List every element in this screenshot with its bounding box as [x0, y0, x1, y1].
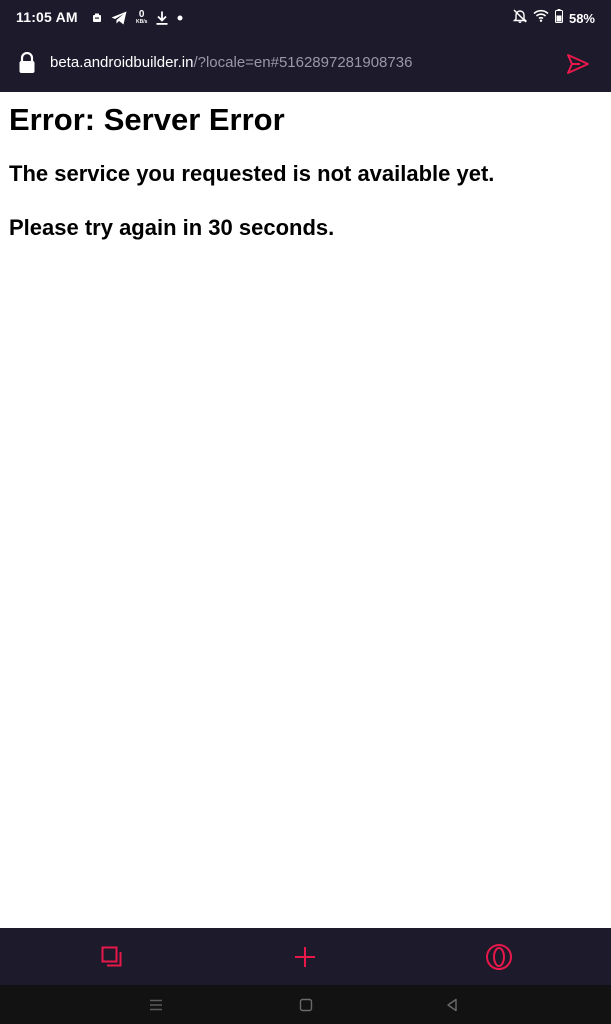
lock-icon[interactable]: [18, 51, 36, 79]
address-bar[interactable]: beta.androidbuilder.in/?locale=en#516289…: [0, 36, 611, 92]
telegram-icon: [111, 11, 127, 25]
url-path: /?locale=en#5162897281908736: [193, 54, 413, 71]
back-icon[interactable]: [442, 995, 462, 1015]
mute-icon: [512, 8, 528, 28]
status-notification-icons: 0 KB/s: [92, 8, 183, 28]
browser-screen: 11:05 AM 0 KB/s 58% beta.androidbuilder.…: [0, 0, 611, 1024]
home-icon[interactable]: [296, 995, 316, 1015]
page-title: Error: Server Error: [9, 102, 285, 137]
opera-icon[interactable]: [484, 942, 514, 972]
tabs-icon[interactable]: [97, 942, 127, 972]
error-message: The service you requested is not availab…: [9, 161, 495, 186]
add-icon[interactable]: [290, 942, 320, 972]
network-speed-unit: KB/s: [136, 18, 148, 25]
recents-icon[interactable]: [146, 995, 166, 1015]
system-nav-bar: [0, 985, 611, 1024]
url-field[interactable]: beta.androidbuilder.in/?locale=en#516289…: [50, 54, 412, 71]
bottom-toolbar: [0, 928, 611, 985]
network-speed-indicator: 0 KB/s: [136, 8, 148, 25]
notification-icon: [92, 13, 102, 23]
wifi-icon: [533, 9, 549, 27]
status-time: 11:05 AM: [16, 9, 78, 25]
page-content: Error: Server Error The service you requ…: [0, 92, 611, 928]
download-icon: [156, 11, 168, 25]
dot-icon: [177, 15, 183, 21]
status-bar: 11:05 AM 0 KB/s 58%: [0, 0, 611, 36]
retry-message: Please try again in 30 seconds.: [9, 215, 335, 240]
send-icon[interactable]: [565, 51, 591, 77]
battery-icon: [554, 8, 563, 28]
network-speed-value: 0: [138, 8, 145, 20]
status-system-icons: 58%: [512, 8, 595, 28]
url-host: beta.androidbuilder.in: [50, 54, 194, 71]
battery-percentage: 58%: [568, 10, 595, 26]
